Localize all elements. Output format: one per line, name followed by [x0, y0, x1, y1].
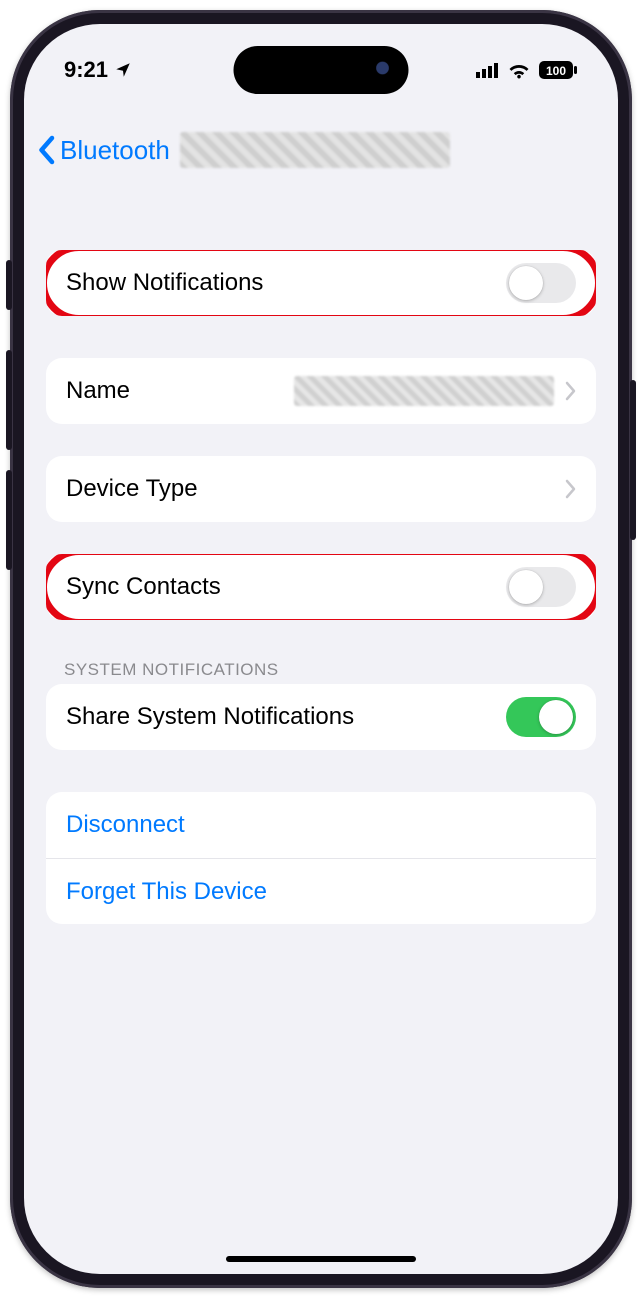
row-name[interactable]: Name	[46, 358, 596, 424]
row-show-notifications[interactable]: Show Notifications	[46, 250, 596, 316]
svg-text:100: 100	[546, 64, 566, 78]
volume-down	[6, 470, 12, 570]
row-device-type[interactable]: Device Type	[46, 456, 596, 522]
home-indicator[interactable]	[226, 1256, 416, 1262]
name-value-redacted	[294, 376, 554, 406]
volume-up	[6, 350, 12, 450]
wifi-icon	[507, 61, 531, 79]
chevron-right-icon	[564, 381, 576, 401]
nav-bar: Bluetooth	[24, 122, 618, 178]
group-show-notifications: Show Notifications	[46, 250, 596, 316]
status-time: 9:21	[64, 57, 108, 83]
group-share-system: Share System Notifications	[46, 684, 596, 750]
location-icon	[114, 61, 132, 79]
section-header-system-notifications: SYSTEM NOTIFICATIONS	[64, 660, 596, 680]
forget-label: Forget This Device	[66, 878, 267, 906]
row-disconnect[interactable]: Disconnect	[46, 792, 596, 858]
show-notifications-toggle[interactable]	[506, 263, 576, 303]
power-button	[630, 380, 636, 540]
phone-frame: 9:21 100	[10, 10, 632, 1288]
show-notifications-label: Show Notifications	[66, 269, 263, 297]
row-forget-device[interactable]: Forget This Device	[46, 858, 596, 924]
row-share-system-notifications[interactable]: Share System Notifications	[46, 684, 596, 750]
group-sync-contacts: Sync Contacts	[46, 554, 596, 620]
screen: 9:21 100	[24, 24, 618, 1274]
back-chevron-icon[interactable]	[36, 135, 56, 165]
cellular-icon	[476, 62, 500, 78]
name-label: Name	[66, 377, 130, 405]
chevron-right-icon	[564, 479, 576, 499]
group-actions: Disconnect Forget This Device	[46, 792, 596, 924]
row-sync-contacts[interactable]: Sync Contacts	[46, 554, 596, 620]
device-type-label: Device Type	[66, 475, 198, 503]
battery-icon: 100	[538, 60, 578, 80]
sync-contacts-toggle[interactable]	[506, 567, 576, 607]
back-label[interactable]: Bluetooth	[60, 135, 170, 166]
sync-contacts-label: Sync Contacts	[66, 573, 221, 601]
dynamic-island	[234, 46, 409, 94]
group-device-type: Device Type	[46, 456, 596, 522]
disconnect-label: Disconnect	[66, 811, 185, 839]
share-system-toggle[interactable]	[506, 697, 576, 737]
nav-title-redacted	[180, 132, 450, 168]
group-name: Name	[46, 358, 596, 424]
share-system-label: Share System Notifications	[66, 703, 354, 731]
mute-switch	[6, 260, 12, 310]
